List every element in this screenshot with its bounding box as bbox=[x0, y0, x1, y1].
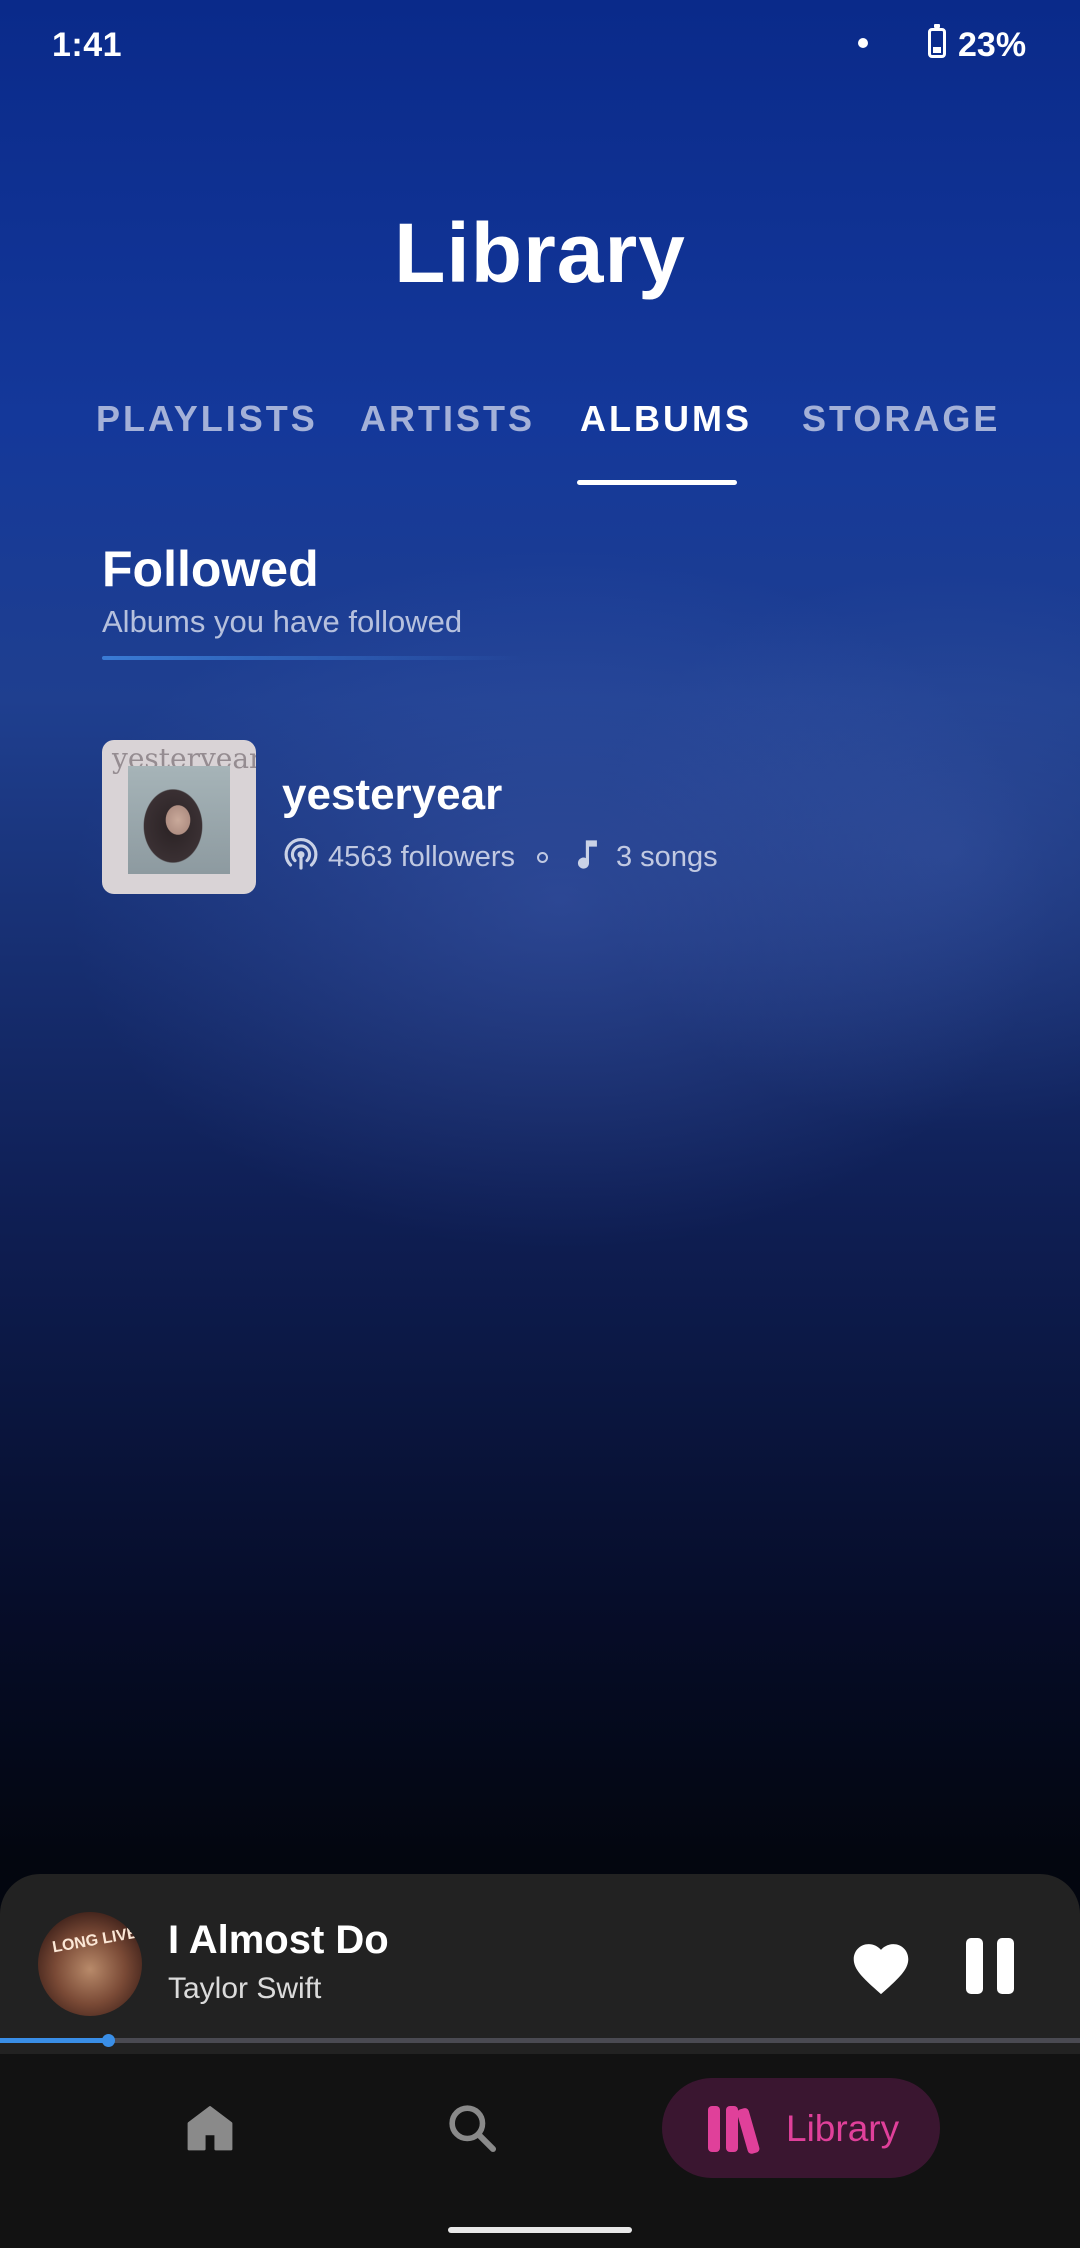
nav-home[interactable] bbox=[182, 2100, 238, 2156]
like-button[interactable] bbox=[848, 1936, 914, 1996]
now-playing-cover-text: LONG LIVE bbox=[51, 1924, 139, 1957]
pause-button[interactable] bbox=[962, 1934, 1018, 1998]
nav-search[interactable] bbox=[444, 2100, 500, 2156]
page-title: Library bbox=[394, 206, 686, 300]
album-name: yesteryear bbox=[282, 770, 503, 819]
nav-library-label: Library bbox=[786, 2108, 900, 2149]
section-title: Followed bbox=[102, 541, 319, 597]
section-subtitle: Albums you have followed bbox=[102, 604, 463, 639]
album-cover: yesteryear bbox=[102, 740, 256, 894]
notification-dot-icon bbox=[858, 38, 868, 48]
mini-player[interactable]: LONG LIVE I Almost Do Taylor Swift bbox=[0, 1874, 1080, 2054]
music-note-icon bbox=[570, 834, 608, 880]
pause-icon bbox=[966, 1938, 1014, 1994]
album-cover-photo bbox=[128, 766, 230, 874]
tab-albums[interactable]: ALBUMS bbox=[580, 398, 752, 440]
playback-progress-fill bbox=[0, 2038, 108, 2043]
battery-icon bbox=[928, 24, 946, 58]
now-playing-title: I Almost Do bbox=[168, 1918, 389, 1962]
album-followers: 4563 followers bbox=[328, 840, 515, 873]
now-playing-artist: Taylor Swift bbox=[168, 1972, 322, 2005]
album-list-item[interactable]: yesteryear yesteryear 4563 followers 3 s… bbox=[102, 740, 982, 894]
library-icon bbox=[708, 2106, 760, 2154]
search-icon bbox=[449, 2105, 497, 2153]
status-bar: 1:41 23% bbox=[0, 0, 1080, 90]
tab-active-indicator bbox=[577, 480, 737, 485]
playback-progress-thumb[interactable] bbox=[102, 2034, 115, 2047]
bottom-nav: Library bbox=[0, 2054, 1080, 2248]
library-tabs: PLAYLISTS ARTISTS ALBUMS STORAGE bbox=[0, 398, 1080, 488]
status-time: 1:41 bbox=[52, 26, 123, 64]
battery-level: 23% bbox=[958, 26, 1027, 64]
heart-icon bbox=[853, 1944, 909, 1995]
playback-progress[interactable] bbox=[0, 2034, 1080, 2047]
meta-separator bbox=[537, 851, 548, 863]
gesture-bar bbox=[448, 2227, 632, 2233]
now-playing-cover: LONG LIVE bbox=[38, 1912, 142, 2016]
nav-library[interactable]: Library bbox=[662, 2078, 940, 2178]
album-meta: 4563 followers 3 songs bbox=[282, 834, 718, 880]
tab-artists[interactable]: ARTISTS bbox=[360, 398, 535, 440]
podcast-icon bbox=[282, 834, 320, 880]
section-divider bbox=[102, 656, 522, 660]
home-icon bbox=[187, 2106, 233, 2151]
tab-storage[interactable]: STORAGE bbox=[802, 398, 1000, 440]
tab-playlists[interactable]: PLAYLISTS bbox=[96, 398, 318, 440]
album-songs: 3 songs bbox=[616, 840, 718, 873]
